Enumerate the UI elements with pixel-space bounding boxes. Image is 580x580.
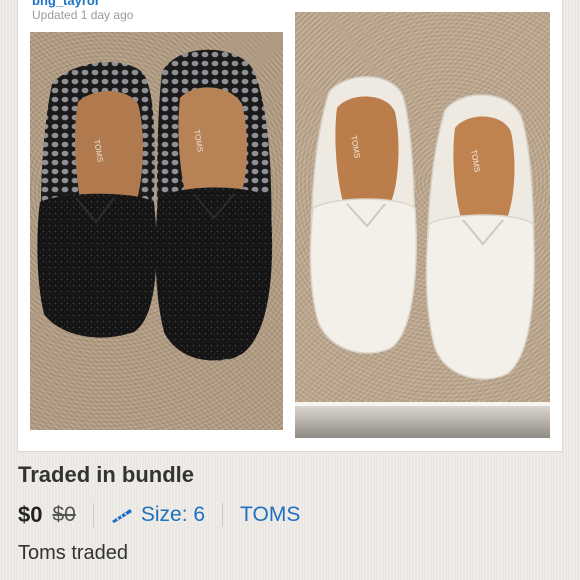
original-price: $0 bbox=[52, 503, 76, 526]
listing-meta-row: $0 $0 Size: 6 TOMS bbox=[18, 502, 300, 528]
updated-timestamp: Updated 1 day ago bbox=[32, 8, 134, 22]
photo-black-shoes[interactable]: TOMS TOMS bbox=[30, 32, 283, 430]
brand-link[interactable]: TOMS bbox=[240, 503, 300, 527]
divider bbox=[222, 503, 224, 527]
ruler-icon bbox=[111, 509, 132, 523]
photo-bottom-strip bbox=[295, 406, 550, 438]
seller-username[interactable]: bng_tayror bbox=[32, 0, 100, 8]
listing-photo-collage[interactable]: bng_tayror Updated 1 day ago TOMS TOMS T… bbox=[18, 0, 562, 451]
white-shoes-image: TOMS TOMS bbox=[309, 76, 535, 380]
black-shoes-image: TOMS TOMS bbox=[37, 49, 273, 361]
size-label: Size: 6 bbox=[140, 503, 206, 526]
photo-white-shoes[interactable]: TOMS TOMS bbox=[295, 12, 550, 438]
divider bbox=[92, 503, 94, 527]
price: $0 bbox=[18, 502, 43, 527]
listing-description: Toms traded bbox=[18, 542, 129, 564]
size-link[interactable]: Size: 6 bbox=[111, 503, 205, 527]
listing-title: Traded in bundle bbox=[18, 462, 195, 487]
